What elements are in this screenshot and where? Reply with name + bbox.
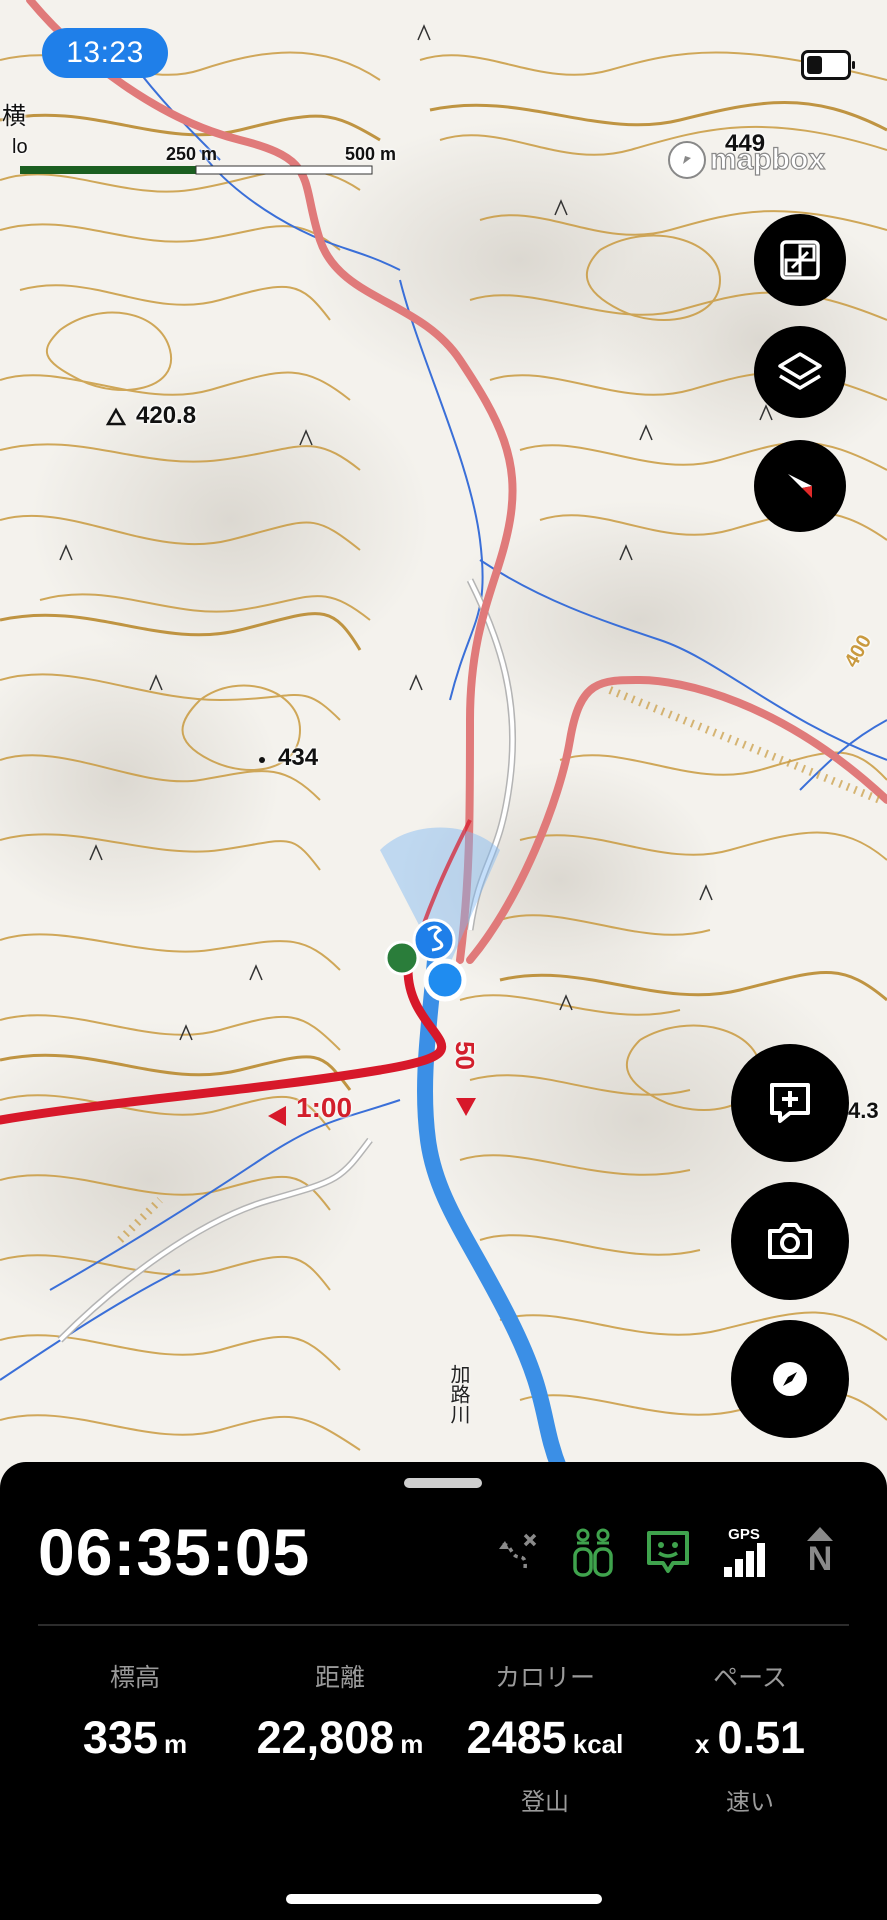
north-arrow-icon [807, 1527, 833, 1541]
north-label: N [807, 1540, 833, 1578]
stat-label: カロリー [494, 1664, 595, 1692]
fit-route-button[interactable] [754, 214, 846, 306]
home-indicator[interactable] [286, 1894, 602, 1904]
peak-label-434: 434 [278, 744, 319, 771]
stat-pace: ペース x 0.51 速い [660, 1658, 840, 1817]
navigation-button[interactable] [731, 1320, 849, 1438]
sheet-drag-handle[interactable] [404, 1478, 482, 1488]
compass-north-icon [788, 474, 812, 498]
stat-value: x 0.51 [694, 1712, 806, 1763]
people-icon [573, 1528, 613, 1577]
stat-label: 距離 [314, 1664, 365, 1692]
route-off-icon [499, 1533, 537, 1572]
stat-distance: 距離 22,808 m [240, 1658, 440, 1764]
add-memo-icon [770, 1083, 810, 1123]
battery-icon [801, 50, 855, 80]
stat-label: 標高 [109, 1664, 160, 1692]
peak-label-4-3: 4.3 [848, 1098, 879, 1123]
safety-status[interactable] [640, 1524, 696, 1580]
map-layers-button[interactable] [754, 326, 846, 418]
status-time: 13:23 [66, 36, 144, 69]
stat-value: 22,808 m [256, 1712, 424, 1763]
peak-label-449: 449 [725, 130, 766, 157]
layers-icon [778, 352, 822, 390]
stat-calories: カロリー 2485 kcal 登山 [452, 1658, 638, 1817]
gps-signal-icon [724, 1543, 765, 1577]
elapsed-time: 06:35:05 [38, 1515, 311, 1589]
stat-value: 2485 kcal [466, 1712, 624, 1763]
status-time-pill: 13:23 [42, 28, 168, 78]
river-label: 加路川 [447, 1364, 469, 1424]
north-up-status[interactable]: N [792, 1524, 848, 1580]
map-edge-label-2: lo [12, 136, 28, 158]
scale-label-500: 500 m [345, 144, 397, 164]
gps-status[interactable]: GPS [716, 1524, 772, 1580]
stat-elevation: 標高 335 m [38, 1658, 232, 1764]
camera-button[interactable] [731, 1182, 849, 1300]
activity-panel[interactable]: 06:35:05 GPS N 標高 335 m 距離 22,808 m カロリー… [0, 1462, 887, 1920]
panel-divider [38, 1624, 849, 1626]
route-time-down: 50 [449, 1041, 480, 1070]
stat-sub: 登山 [521, 1789, 569, 1816]
gps-label: GPS [728, 1526, 760, 1543]
route-time-left: 1:00 [296, 1092, 353, 1123]
add-memo-button[interactable] [731, 1044, 849, 1162]
stat-label: ペース [713, 1664, 787, 1692]
route-guide-status[interactable] [492, 1524, 548, 1580]
members-status[interactable] [566, 1524, 622, 1580]
stat-value: 335 m [82, 1712, 188, 1763]
camera-icon [768, 1223, 812, 1259]
fit-route-icon [780, 240, 820, 280]
scale-label-250: 250 m [166, 144, 218, 164]
mapbox-logo-icon [668, 141, 706, 179]
navigation-compass-icon [773, 1362, 807, 1396]
stat-sub: 速い [726, 1789, 774, 1816]
peak-label-420-8: 420.8 [136, 402, 197, 429]
map-edge-label: 横 [2, 103, 26, 130]
compass-orientation-button[interactable] [754, 440, 846, 532]
safety-chat-icon [647, 1531, 689, 1573]
